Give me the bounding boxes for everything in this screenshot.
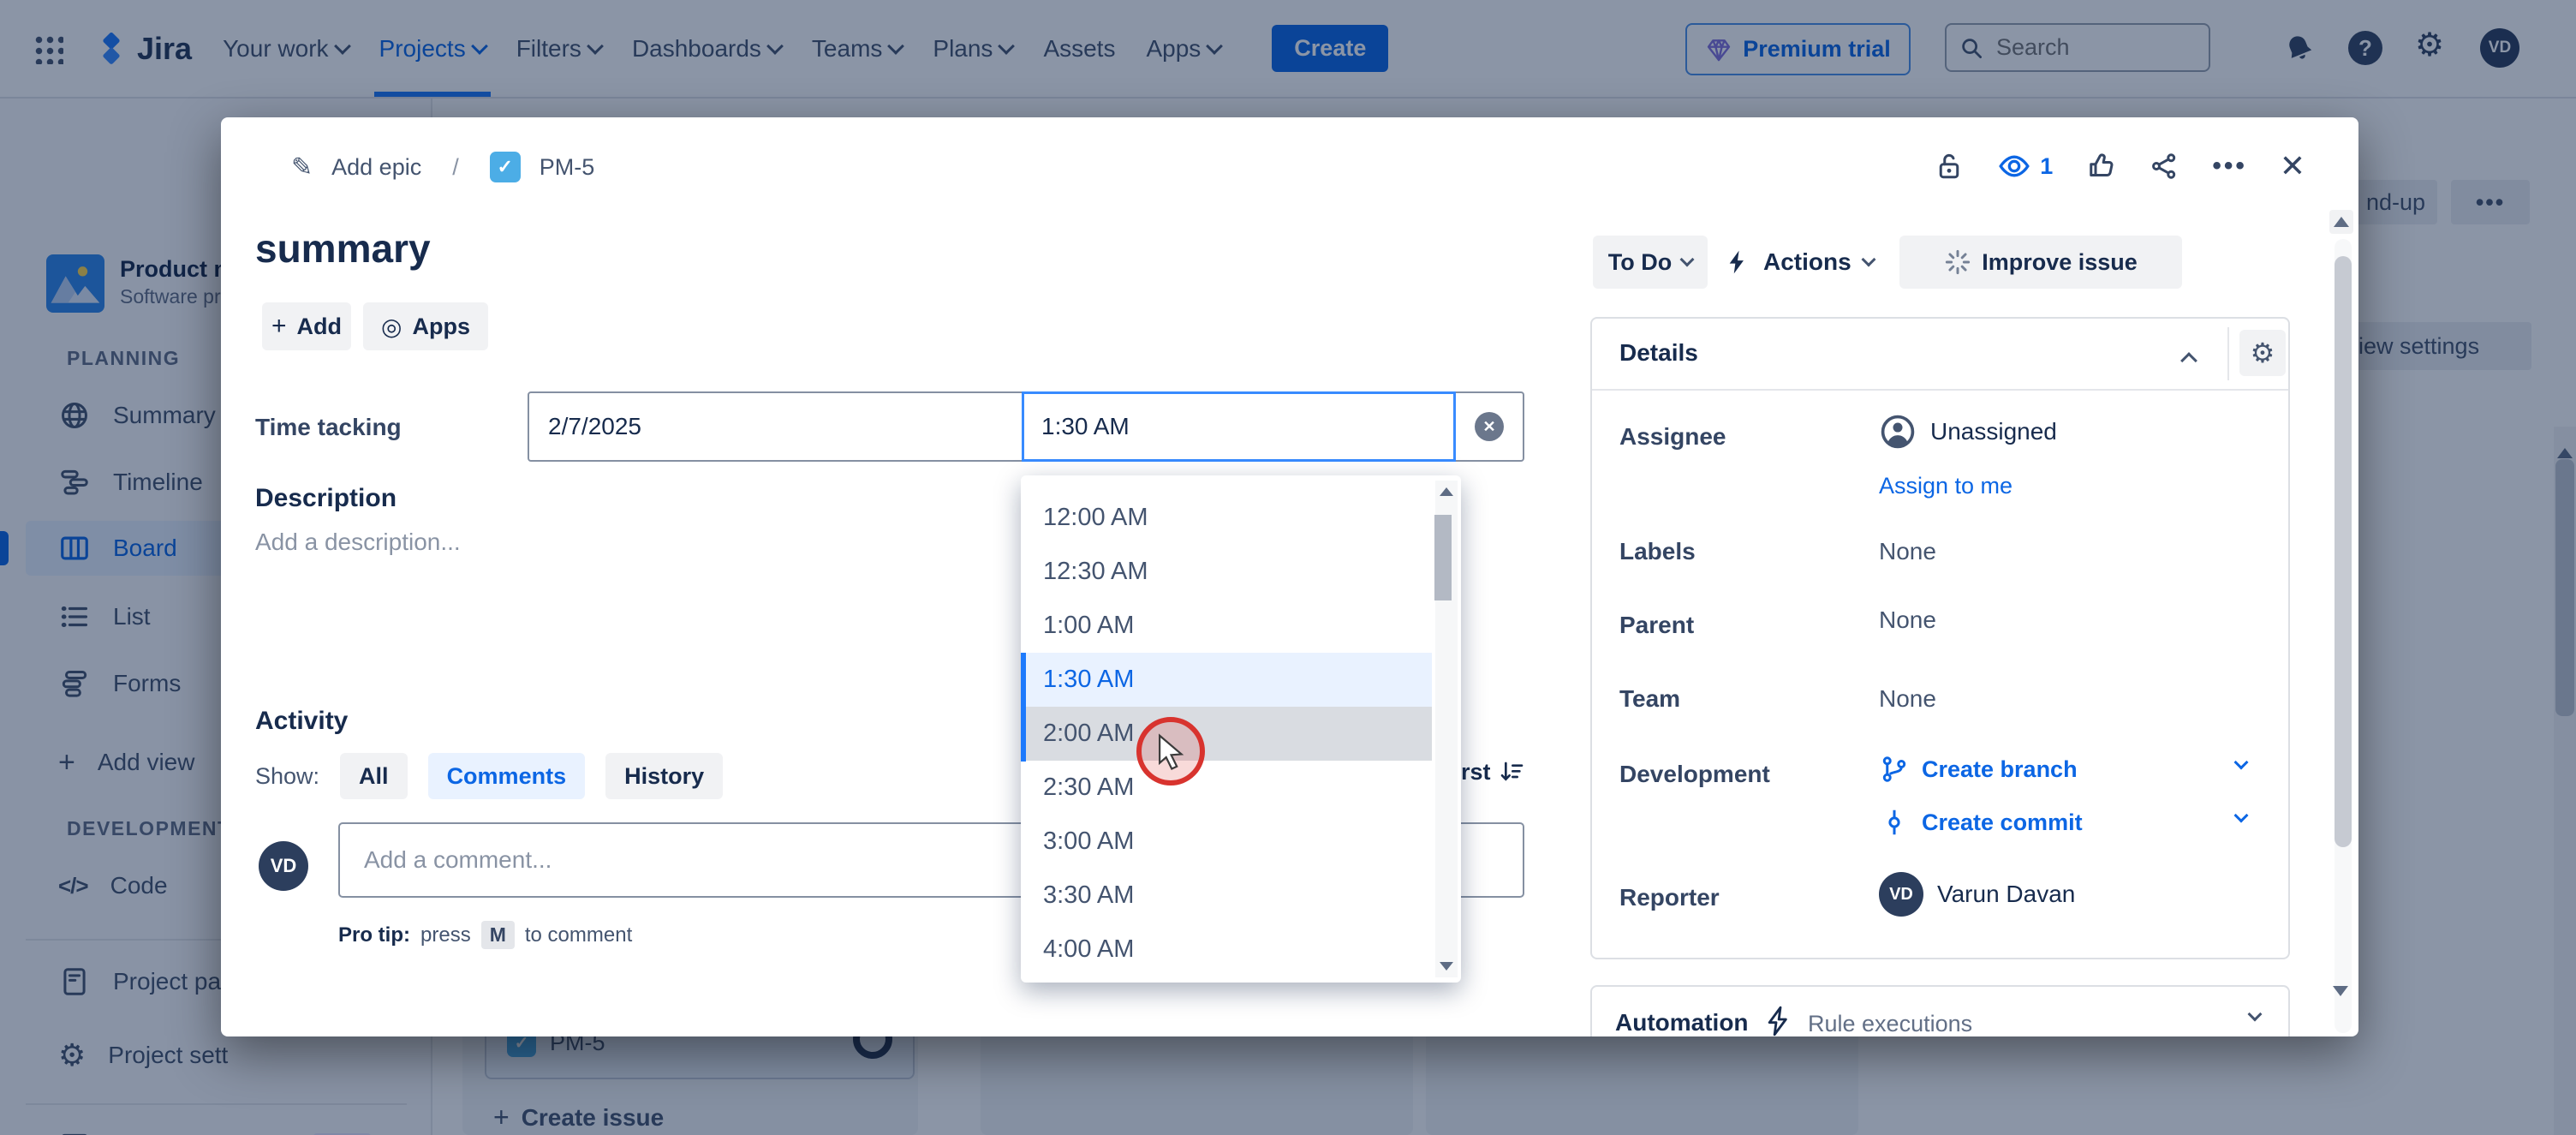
- mouse-cursor: [1156, 733, 1194, 771]
- assignee-label: Assignee: [1619, 423, 1726, 451]
- automation-title: Automation: [1615, 1009, 1749, 1036]
- time-option[interactable]: 3:00 AM: [1021, 815, 1432, 869]
- clear-field-icon[interactable]: ✕: [1475, 412, 1504, 441]
- chevron-down-icon[interactable]: [2248, 1007, 2263, 1022]
- more-actions-icon[interactable]: •••: [2212, 152, 2247, 181]
- unlock-icon[interactable]: [1934, 151, 1965, 182]
- time-option[interactable]: 12:30 AM: [1021, 545, 1432, 599]
- time-option-selected[interactable]: 1:30 AM: [1021, 653, 1432, 707]
- details-title: Details: [1619, 339, 1698, 367]
- sort-control[interactable]: rst: [1461, 758, 1525, 786]
- time-field-label: Time tacking: [255, 414, 402, 441]
- show-label: Show:: [255, 763, 319, 790]
- filter-history[interactable]: History: [605, 753, 723, 799]
- sort-descending-icon: [1498, 758, 1525, 786]
- time-option[interactable]: 4:00 AM: [1021, 923, 1432, 977]
- time-option-hovered[interactable]: 2:00 AM: [1021, 707, 1432, 761]
- breadcrumb-add-epic[interactable]: Add epic: [331, 154, 421, 181]
- lightning-bolt-icon: [1724, 248, 1751, 276]
- breadcrumb-separator: /: [452, 154, 459, 181]
- create-commit-link[interactable]: Create commit: [1879, 807, 2083, 838]
- chevron-down-icon: [1680, 253, 1695, 267]
- time-dropdown: 12:00 AM 12:30 AM 1:00 AM 1:30 AM 2:00 A…: [1021, 475, 1461, 983]
- improve-issue-button[interactable]: Improve issue: [1899, 236, 2182, 289]
- keyboard-shortcut-m: M: [481, 921, 515, 949]
- description-heading: Description: [255, 484, 397, 513]
- thumbs-up-icon[interactable]: [2085, 151, 2116, 182]
- apps-button[interactable]: ◎ Apps: [363, 302, 488, 350]
- parent-value[interactable]: None: [1879, 606, 1936, 634]
- jira-app: Jira Your work Projects Filters Dashboar…: [0, 0, 2576, 1135]
- issue-title[interactable]: summary: [255, 225, 431, 272]
- current-user-avatar: VD: [259, 841, 308, 891]
- add-button[interactable]: + Add: [262, 302, 351, 350]
- branch-icon: [1879, 754, 1910, 785]
- sort-label-fragment: rst: [1461, 759, 1491, 786]
- pencil-icon: ✎: [291, 152, 313, 182]
- pro-tip: Pro tip: press M to comment: [338, 921, 632, 949]
- parent-label: Parent: [1619, 612, 1694, 639]
- chevron-down-icon: [1861, 253, 1875, 267]
- scroll-up-arrow[interactable]: [1440, 487, 1453, 496]
- team-label: Team: [1619, 685, 1680, 713]
- reporter-avatar: VD: [1879, 872, 1923, 917]
- chevron-down-icon[interactable]: [2234, 809, 2249, 823]
- details-gear-icon[interactable]: ⚙: [2239, 330, 2286, 376]
- filter-all[interactable]: All: [340, 753, 408, 799]
- reporter-value[interactable]: VD Varun Davan: [1879, 872, 2075, 917]
- collapse-chevron-icon[interactable]: [2180, 352, 2197, 369]
- time-option[interactable]: 2:30 AM: [1021, 761, 1432, 815]
- status-dropdown[interactable]: To Do: [1593, 236, 1708, 289]
- development-label: Development: [1619, 761, 1770, 788]
- commit-icon: [1879, 807, 1910, 838]
- activity-heading: Activity: [255, 707, 348, 736]
- chevron-down-icon[interactable]: [2234, 756, 2249, 770]
- labels-value[interactable]: None: [1879, 538, 1936, 565]
- description-placeholder[interactable]: Add a description...: [255, 529, 461, 556]
- lightning-outline-icon: [1762, 1004, 1796, 1036]
- apps-target-icon: ◎: [381, 313, 402, 341]
- sparkle-burst-icon: [1944, 248, 1971, 276]
- dropdown-scrollbar[interactable]: [1435, 481, 1458, 977]
- automation-panel: Automation Rule executions: [1590, 985, 2290, 1036]
- plus-icon: +: [271, 312, 287, 341]
- filter-comments[interactable]: Comments: [428, 753, 586, 799]
- modal-scrollbar-thumb[interactable]: [2334, 256, 2352, 847]
- time-option[interactable]: 12:00 AM: [1021, 491, 1432, 545]
- breadcrumb-issue-key[interactable]: PM-5: [540, 154, 595, 181]
- modal-scroll-down-arrow[interactable]: [2333, 996, 2348, 1012]
- time-tracking-field: 2/7/2025 1:30 AM ✕: [528, 391, 1524, 462]
- reporter-label: Reporter: [1619, 884, 1720, 911]
- rule-executions-label[interactable]: Rule executions: [1808, 1011, 1972, 1036]
- date-input[interactable]: 2/7/2025: [529, 393, 1023, 460]
- dropdown-scrollbar-thumb[interactable]: [1434, 515, 1452, 600]
- task-check-icon: ✓: [490, 152, 521, 182]
- close-icon[interactable]: ✕: [2280, 148, 2305, 184]
- assign-to-me-link[interactable]: Assign to me: [1879, 473, 2012, 499]
- selected-option-indicator: [1021, 653, 1026, 762]
- time-input[interactable]: 1:30 AM: [1022, 391, 1456, 462]
- modal-scroll-up-button[interactable]: [2329, 210, 2353, 234]
- create-branch-link[interactable]: Create branch: [1879, 754, 2078, 785]
- actions-dropdown[interactable]: Actions: [1724, 236, 1874, 289]
- team-value[interactable]: None: [1879, 685, 1936, 713]
- details-panel: Details ⚙ Assignee Unassigned Assign to …: [1590, 317, 2290, 959]
- scroll-down-arrow[interactable]: [1440, 962, 1453, 971]
- divider: [2227, 327, 2229, 380]
- share-icon[interactable]: [2149, 151, 2179, 182]
- time-option[interactable]: 1:00 AM: [1021, 599, 1432, 653]
- watchers-control[interactable]: 1: [1997, 149, 2053, 183]
- assignee-value[interactable]: Unassigned: [1879, 413, 2057, 451]
- watchers-count: 1: [2040, 153, 2053, 180]
- eye-icon: [1997, 149, 2031, 183]
- time-option[interactable]: 3:30 AM: [1021, 869, 1432, 923]
- labels-label: Labels: [1619, 538, 1696, 565]
- person-icon: [1879, 413, 1917, 451]
